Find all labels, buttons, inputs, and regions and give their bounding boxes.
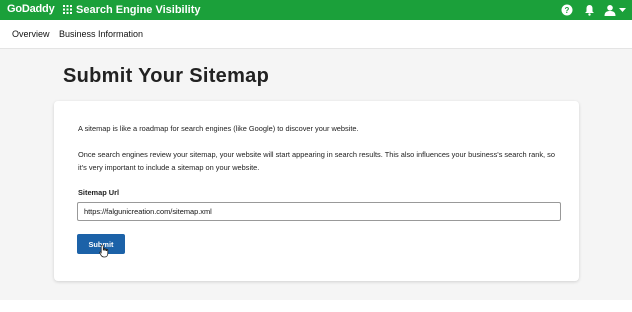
app-title: Search Engine Visibility [76,4,201,16]
help-icon: ? [561,4,573,16]
caret-down-icon [619,7,626,12]
top-bar: GoDaddy Search Engine Visibility ? [0,0,632,20]
explanation-paragraph: Once search engines review your sitemap,… [78,150,555,172]
user-icon [604,5,616,16]
sitemap-url-input[interactable] [77,202,561,221]
hand-pointer-cursor-icon [99,244,109,258]
brand-logo[interactable]: GoDaddy [7,3,55,15]
sub-navigation: Overview Business Information [0,20,632,49]
sitemap-card: A sitemap is like a roadmap for search e… [54,101,579,281]
footer-band [0,300,632,312]
help-button[interactable]: ? [560,3,574,17]
nav-business-information[interactable]: Business Information [59,29,143,39]
bell-icon [584,5,594,16]
apps-grid-icon[interactable] [63,5,72,14]
svg-text:?: ? [565,6,570,15]
page-title: Submit Your Sitemap [63,65,270,87]
notifications-button[interactable] [582,3,596,17]
nav-overview[interactable]: Overview [12,29,50,39]
sitemap-url-label: Sitemap Url [78,188,120,197]
intro-paragraph: A sitemap is like a roadmap for search e… [78,124,359,133]
top-icons: ? [552,3,626,17]
account-menu[interactable] [604,3,626,17]
